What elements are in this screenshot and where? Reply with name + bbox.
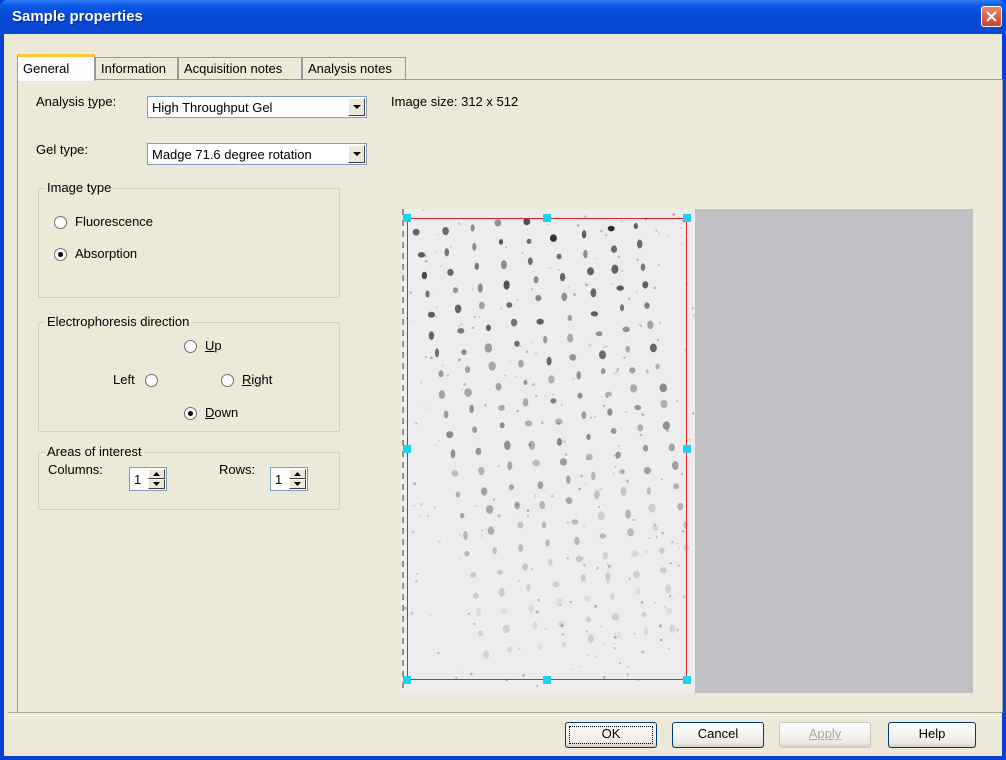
ok-button[interactable]: OK: [565, 722, 657, 748]
columns-value[interactable]: 1: [134, 472, 141, 487]
columns-spinner[interactable]: 1: [129, 467, 167, 491]
direction-left-radio[interactable]: [145, 374, 158, 387]
roi-handle-left[interactable]: [403, 445, 411, 453]
tab-analysis-notes[interactable]: Analysis notes: [302, 57, 406, 79]
help-button-label: Help: [918, 726, 946, 741]
direction-right-label[interactable]: Right: [242, 372, 272, 387]
analysis-type-select[interactable]: High Throughput Gel: [147, 96, 367, 118]
roi-rectangle[interactable]: [407, 218, 687, 680]
columns-decrement-button[interactable]: [148, 479, 165, 489]
tab-acquisition-notes[interactable]: Acquisition notes: [178, 57, 302, 79]
fluorescence-radio[interactable]: [54, 216, 67, 229]
chevron-down-icon: [153, 482, 160, 486]
rows-increment-button[interactable]: [289, 469, 306, 479]
image-type-group: Image type Fluorescence Absorption: [38, 180, 340, 298]
analysis-type-label: Analysis type:: [36, 94, 117, 109]
chevron-down-icon: [353, 105, 361, 109]
fluorescence-label[interactable]: Fluorescence: [75, 214, 153, 229]
areas-of-interest-title: Areas of interest: [45, 444, 144, 459]
absorption-label[interactable]: Absorption: [75, 246, 137, 261]
electrophoresis-direction-group: Electrophoresis direction Up Left Right …: [38, 314, 340, 432]
gel-type-value: Madge 71.6 degree rotation: [152, 147, 312, 162]
gel-type-select[interactable]: Madge 71.6 degree rotation: [147, 143, 367, 165]
chevron-up-icon: [153, 472, 160, 476]
direction-down-label[interactable]: Down: [205, 405, 238, 420]
rows-decrement-button[interactable]: [289, 479, 306, 489]
close-icon: [986, 11, 997, 22]
roi-handle-bottom-left[interactable]: [403, 676, 411, 684]
dialog-window: Sample properties General Information Ac…: [0, 0, 1006, 760]
cancel-button[interactable]: Cancel: [672, 722, 764, 748]
close-button[interactable]: [981, 6, 1002, 27]
image-type-title: Image type: [45, 180, 114, 195]
roi-handle-top-left[interactable]: [403, 214, 411, 222]
roi-handle-top[interactable]: [543, 214, 551, 222]
direction-left-label[interactable]: Left: [113, 372, 135, 387]
gel-type-dropdown-button[interactable]: [348, 145, 365, 163]
roi-handle-right[interactable]: [683, 445, 691, 453]
chevron-down-icon: [294, 482, 301, 486]
rows-value[interactable]: 1: [275, 472, 282, 487]
tab-general[interactable]: General: [17, 54, 95, 81]
columns-increment-button[interactable]: [148, 469, 165, 479]
tab-general-label: General: [23, 61, 70, 76]
ok-button-label: OK: [601, 726, 621, 741]
direction-right-radio[interactable]: [221, 374, 234, 387]
dialog-client: General Information Acquisition notes An…: [4, 34, 1003, 756]
analysis-type-value: High Throughput Gel: [152, 100, 273, 115]
analysis-type-dropdown-button[interactable]: [348, 98, 365, 116]
tab-acquisition-notes-label: Acquisition notes: [184, 61, 283, 76]
roi-handle-top-right[interactable]: [683, 214, 691, 222]
image-preview-area[interactable]: [401, 209, 973, 693]
roi-handle-bottom-right[interactable]: [683, 676, 691, 684]
direction-down-radio[interactable]: [184, 407, 197, 420]
title-bar[interactable]: Sample properties: [0, 0, 1006, 34]
image-size-text: Image size: 312 x 512: [391, 94, 519, 109]
gel-type-label: Gel type:: [36, 142, 89, 157]
apply-button[interactable]: Apply: [779, 722, 871, 748]
chevron-up-icon: [294, 472, 301, 476]
direction-up-label[interactable]: Up: [205, 338, 222, 353]
columns-label: Columns:: [48, 462, 103, 477]
roi-handle-bottom[interactable]: [543, 676, 551, 684]
help-button[interactable]: Help: [888, 722, 976, 748]
window-title: Sample properties: [12, 8, 143, 25]
direction-up-radio[interactable]: [184, 340, 197, 353]
tab-information-label: Information: [101, 61, 167, 76]
tab-information[interactable]: Information: [95, 57, 178, 79]
areas-of-interest-group: Areas of interest Columns: 1 Rows: 1: [38, 444, 340, 510]
tab-analysis-notes-label: Analysis notes: [308, 61, 392, 76]
chevron-down-icon: [353, 152, 361, 156]
electrophoresis-direction-title: Electrophoresis direction: [45, 314, 192, 329]
rows-spinner[interactable]: 1: [270, 467, 308, 491]
apply-button-label: Apply: [808, 726, 842, 741]
button-separator: [8, 712, 1000, 716]
rows-label: Rows:: [219, 462, 256, 477]
cancel-button-label: Cancel: [697, 726, 739, 741]
absorption-radio[interactable]: [54, 248, 67, 261]
